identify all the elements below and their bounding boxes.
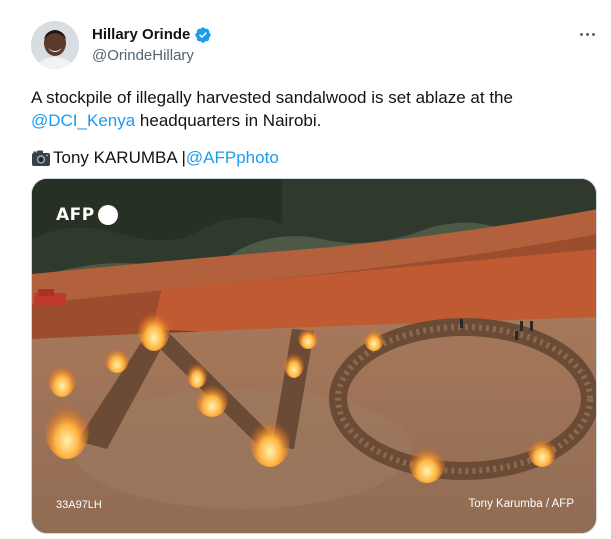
afp-watermark-text: AFP xyxy=(56,205,95,225)
photo-credit-line: Tony KARUMBA | @AFPphoto xyxy=(31,146,279,169)
camera-icon xyxy=(32,150,50,166)
tweet-card[interactable]: Hillary Orinde @OrindeHillary A stockpil… xyxy=(0,0,611,539)
more-horizontal-icon xyxy=(579,32,583,36)
more-options-button[interactable] xyxy=(575,24,599,44)
avatar-photo xyxy=(31,21,79,69)
avatar[interactable] xyxy=(31,21,79,69)
tweet-text: A stockpile of illegally harvested sanda… xyxy=(31,86,591,132)
tweet-text-line-1: A stockpile of illegally harvested sanda… xyxy=(31,88,513,107)
tweet-text-line-2: @DCI_Kenya headquarters in Nairobi. xyxy=(31,109,591,132)
tweet-text-line-2-rest: headquarters in Nairobi. xyxy=(135,111,322,130)
afp-watermark: AFP xyxy=(56,205,118,225)
author-name-row[interactable]: Hillary Orinde xyxy=(92,26,212,44)
author-handle[interactable]: @OrindeHillary xyxy=(92,47,194,65)
verified-badge-icon xyxy=(195,27,212,43)
mention-link[interactable]: @DCI_Kenya xyxy=(31,111,135,130)
tweet-photo[interactable]: AFP 33A97LH Tony Karumba / AFP xyxy=(31,178,597,534)
afp-logo-dot xyxy=(97,205,118,225)
afp-photo-link[interactable]: @AFPphoto xyxy=(186,146,279,169)
photographer-name: Tony KARUMBA | xyxy=(53,148,186,167)
display-name[interactable]: Hillary Orinde xyxy=(92,26,190,44)
burning-sandalwood-image xyxy=(32,179,596,533)
photo-embedded-credit: Tony Karumba / AFP xyxy=(468,498,574,510)
photo-id: 33A97LH xyxy=(56,499,102,511)
